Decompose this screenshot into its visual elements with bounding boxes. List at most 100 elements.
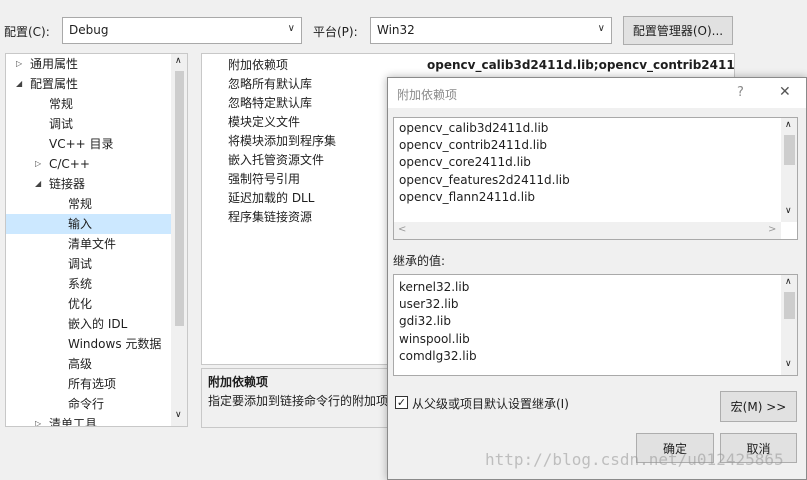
property-name[interactable]: 附加依赖项 (228, 56, 288, 75)
tree-item[interactable]: 调试 (6, 114, 171, 134)
tree-item-label: 常规 (68, 197, 93, 211)
tree-item[interactable]: 常规 (6, 194, 171, 214)
property-name[interactable]: 强制符号引用 (228, 170, 300, 189)
dependency-line: opencv_contrib2411d.lib (399, 138, 548, 153)
editor-hscroll[interactable]: < > (394, 222, 781, 239)
tree-item-label: 通用属性 (30, 57, 79, 71)
inherited-label: 继承的值: (393, 254, 446, 268)
expand-arrow-icon[interactable]: ▷ (35, 154, 41, 174)
inherited-value: user32.lib (399, 297, 459, 312)
inherited-value: winspool.lib (399, 331, 470, 346)
dependency-line: opencv_calib3d2411d.lib (399, 121, 549, 135)
scroll-down-icon[interactable]: ∨ (785, 206, 792, 216)
tree-item[interactable]: Windows 元数据 (6, 334, 171, 354)
tree-item[interactable]: 高级 (6, 354, 171, 374)
inherited-vscroll[interactable]: ∧ ∨ (781, 275, 797, 375)
tree-item[interactable]: ◢ 链接器 (6, 174, 171, 194)
tree-item[interactable]: ▷ C/C++ (6, 154, 171, 174)
dependency-line: opencv_core2411d.lib (399, 155, 531, 170)
close-icon[interactable]: ✕ (779, 84, 791, 100)
bottom-edge (0, 430, 387, 480)
expand-arrow-icon[interactable]: ▷ (35, 414, 41, 426)
tree-item[interactable]: ▷ 清单工具 (6, 414, 171, 427)
collapse-arrow-icon[interactable]: ◢ (16, 74, 22, 94)
config-label: 配置(C): (4, 25, 50, 39)
macro-button[interactable]: 宏(M) >> (720, 391, 797, 422)
inherited-value: kernel32.lib (399, 280, 470, 294)
tree-item-label: 系统 (68, 277, 93, 291)
tree-item-label: 清单工具 (49, 417, 98, 427)
dependency-line: opencv_features2d2411d.lib (399, 172, 570, 187)
property-tree: ▷ 通用属性 ◢ 配置属性 常规 调试 VC++ 目录 ▷ C/C++ ◢ 链接器 常规 输入 清单文件调… (5, 53, 188, 427)
scroll-down-icon[interactable]: ∨ (785, 359, 792, 369)
property-name[interactable]: 延迟加载的 DLL (228, 189, 314, 208)
tree-item-label: 链接器 (49, 177, 86, 191)
chevron-down-icon: ∨ (287, 23, 295, 34)
platform-label: 平台(P): (313, 25, 358, 39)
tree-item[interactable]: ▷ 通用属性 (6, 54, 171, 74)
checkmark-icon: ✓ (396, 396, 407, 409)
property-name[interactable]: 忽略特定默认库 (228, 94, 312, 113)
platform-value: Win32 (377, 23, 415, 37)
tree-item-label: 优化 (68, 297, 93, 311)
tree-item[interactable]: VC++ 目录 (6, 134, 171, 154)
tree-item-label: 常规 (49, 97, 74, 111)
inherit-checkbox[interactable]: ✓ (395, 396, 408, 409)
tree-item[interactable]: 清单文件 (6, 234, 171, 254)
editor-vscroll[interactable]: ∧ ∨ (781, 118, 797, 222)
additional-dependencies-dialog: 附加依赖项 ? ✕ opencv_calib3d2411d.lib opencv_… (387, 77, 807, 480)
tree-item[interactable]: 所有选项 (6, 374, 171, 394)
tree-item[interactable]: ◢ 配置属性 (6, 74, 171, 94)
tree-item-label: 清单文件 (68, 237, 117, 251)
tree-item-label: 配置属性 (30, 77, 79, 91)
editor-vscroll-thumb[interactable] (784, 135, 795, 165)
tree-item-label: 嵌入的 IDL (68, 317, 128, 331)
dialog-title: 附加依赖项 (397, 88, 458, 102)
tree-item-label: 命令行 (68, 397, 105, 411)
scroll-up-icon[interactable]: ∧ (175, 56, 182, 66)
chevron-down-icon: ∨ (597, 23, 605, 34)
scroll-up-icon[interactable]: ∧ (785, 277, 792, 287)
inherited-vscroll-thumb[interactable] (784, 292, 795, 319)
tree-item[interactable]: 命令行 (6, 394, 171, 414)
inherited-values-list: kernel32.lib user32.lib gdi32.lib winspool.… (393, 274, 798, 376)
tree-item-label: 高级 (68, 357, 93, 371)
watermark: http://blog.csdn.net/u012425865 (485, 450, 784, 469)
tree-item[interactable]: 系统 (6, 274, 171, 294)
tree-item-label: 调试 (49, 117, 74, 131)
config-value: Debug (69, 23, 109, 37)
scroll-left-icon[interactable]: < (398, 224, 406, 235)
help-icon[interactable]: ? (737, 85, 744, 100)
tree-item-label: 调试 (68, 257, 93, 271)
inherited-value: gdi32.lib (399, 314, 451, 329)
inherited-value: comdlg32.lib (399, 348, 477, 363)
scroll-down-icon[interactable]: ∨ (175, 410, 182, 420)
tree-item-label: VC++ 目录 (49, 137, 114, 151)
tree-item-label: 所有选项 (68, 377, 117, 391)
dependency-line: opencv_flann2411d.lib (399, 189, 536, 204)
tree-item[interactable]: 优化 (6, 294, 171, 314)
scroll-up-icon[interactable]: ∧ (785, 120, 792, 130)
tree-item[interactable]: 常规 (6, 94, 171, 114)
platform-select[interactable]: Win32 ∨ (370, 17, 612, 44)
tree-scrollbar[interactable]: ∧ ∨ (171, 54, 187, 426)
inherit-checkbox-label[interactable]: 从父级或项目默认设置继承(I) (412, 395, 569, 412)
collapse-arrow-icon[interactable]: ◢ (35, 174, 41, 194)
property-name[interactable]: 模块定义文件 (228, 113, 300, 132)
property-name[interactable]: 忽略所有默认库 (228, 75, 312, 94)
tree-item[interactable]: 嵌入的 IDL (6, 314, 171, 334)
config-select[interactable]: Debug ∨ (62, 17, 302, 44)
tree-item[interactable]: 调试 (6, 254, 171, 274)
tree-scroll-thumb[interactable] (175, 71, 184, 326)
tree-item[interactable]: 输入 (6, 214, 171, 234)
scroll-right-icon[interactable]: > (768, 224, 776, 235)
dependencies-editor[interactable]: opencv_calib3d2411d.lib opencv_contrib241… (393, 117, 798, 240)
expand-arrow-icon[interactable]: ▷ (16, 54, 22, 74)
tree-item-label: 输入 (68, 217, 93, 231)
property-name[interactable]: 将模块添加到程序集 (228, 132, 336, 151)
property-value-additional-dependencies[interactable]: opencv_calib3d2411d.lib;opencv_contrib24… (427, 56, 734, 75)
property-name[interactable]: 程序集链接资源 (228, 208, 312, 227)
tree-item-label: C/C++ (49, 157, 90, 171)
property-name[interactable]: 嵌入托管资源文件 (228, 151, 324, 170)
config-manager-button[interactable]: 配置管理器(O)... (623, 16, 733, 45)
